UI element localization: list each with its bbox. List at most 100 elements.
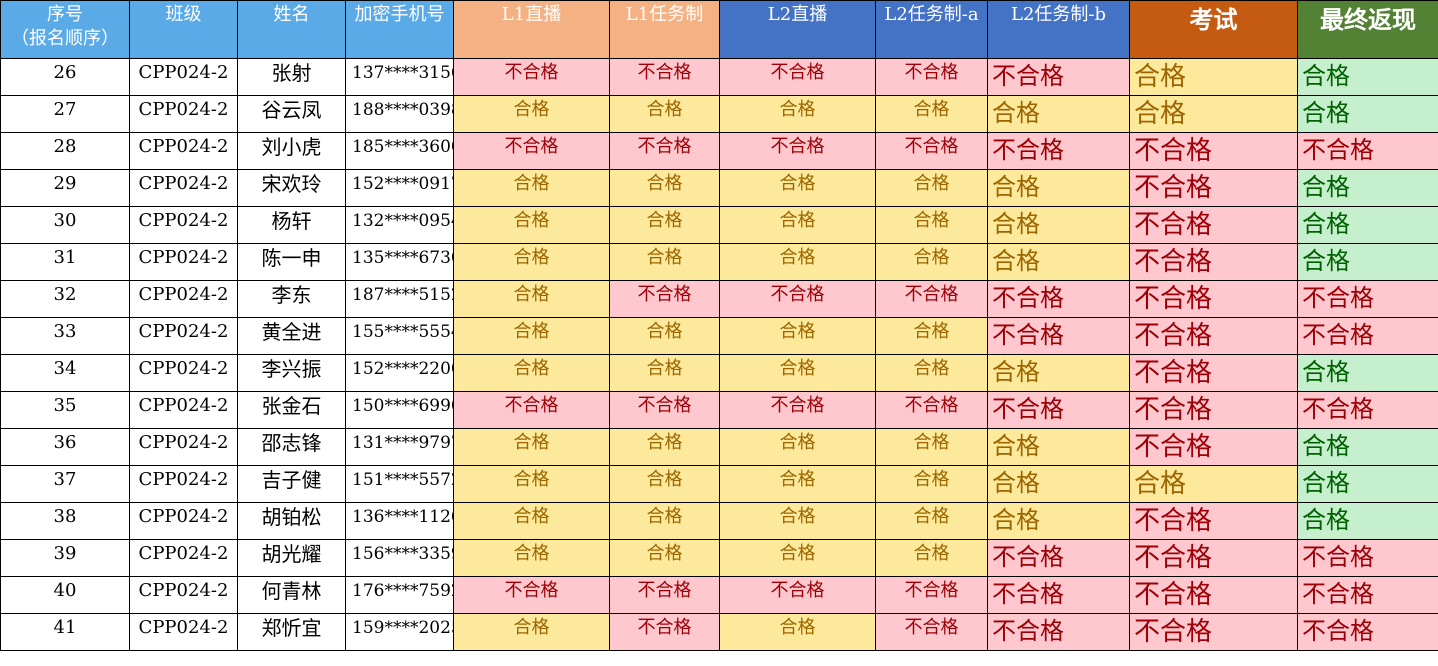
- cell-l2-task-a: 不合格: [875, 613, 988, 651]
- cell-phone: 156****3359: [345, 539, 454, 577]
- cell-l1-task: 合格: [609, 428, 720, 466]
- cell-name: 吉子健: [237, 465, 346, 503]
- cell-final: 合格: [1297, 465, 1438, 503]
- cell-l1-task: 合格: [609, 95, 720, 133]
- cell-exam: 不合格: [1129, 243, 1298, 281]
- cell-seq: 29: [0, 169, 130, 207]
- cell-phone: 136****1126: [345, 502, 454, 540]
- cell-phone: 176****7592: [345, 576, 454, 614]
- cell-phone: 150****6990: [345, 391, 454, 429]
- header-phone: 加密手机号: [345, 0, 454, 59]
- cell-l2-task-a: 不合格: [875, 58, 988, 96]
- cell-name: 邵志锋: [237, 428, 346, 466]
- cell-class: CPP024-2: [129, 613, 238, 651]
- cell-l2-task-b: 不合格: [987, 576, 1130, 614]
- cell-class: CPP024-2: [129, 132, 238, 170]
- cell-l2-task-a: 合格: [875, 539, 988, 577]
- cell-name: 杨轩: [237, 206, 346, 244]
- cell-l2-live: 合格: [719, 428, 876, 466]
- cell-l2-live: 合格: [719, 354, 876, 392]
- cell-phone: 132****0954: [345, 206, 454, 244]
- cell-l2-task-b: 不合格: [987, 132, 1130, 170]
- cell-seq: 39: [0, 539, 130, 577]
- cell-name: 谷云凤: [237, 95, 346, 133]
- cell-seq: 30: [0, 206, 130, 244]
- cell-l1-task: 不合格: [609, 576, 720, 614]
- cell-phone: 131****9797: [345, 428, 454, 466]
- cell-class: CPP024-2: [129, 354, 238, 392]
- table-row: 28 CPP024-2 刘小虎 185****3600 不合格 不合格 不合格 不合格 不合格不…: [0, 132, 1438, 170]
- cell-l2-task-a: 合格: [875, 169, 988, 207]
- table-header: 序号 （报名顺序） 班级 姓名 加密手机号 L1直播 L1任务制 L2直播 L2…: [0, 0, 1438, 59]
- cell-final: 不合格: [1297, 280, 1438, 318]
- cell-seq: 40: [0, 576, 130, 614]
- cell-l2-task-b: 不合格: [987, 391, 1130, 429]
- cell-exam: 不合格: [1129, 206, 1298, 244]
- cell-l1-task: 不合格: [609, 132, 720, 170]
- cell-final: 不合格: [1297, 539, 1438, 577]
- cell-l2-live: 合格: [719, 613, 876, 651]
- cell-l1-live: 合格: [453, 243, 610, 281]
- table-row: 32 CPP024-2 李东 187****5152 合格 不合格 不合格 不合格 不合格 不合格…: [0, 280, 1438, 318]
- cell-final: 合格: [1297, 428, 1438, 466]
- cell-exam: 不合格: [1129, 576, 1298, 614]
- cell-exam: 不合格: [1129, 613, 1298, 651]
- cell-l2-live: 不合格: [719, 58, 876, 96]
- cell-l2-task-b: 不合格: [987, 317, 1130, 355]
- cell-l2-task-b: 合格: [987, 428, 1130, 466]
- cell-class: CPP024-2: [129, 428, 238, 466]
- cell-l1-task: 合格: [609, 539, 720, 577]
- cell-l2-task-a: 合格: [875, 354, 988, 392]
- cell-class: CPP024-2: [129, 243, 238, 281]
- cell-l1-live: 不合格: [453, 576, 610, 614]
- cell-name: 何青林: [237, 576, 346, 614]
- cell-l2-task-b: 不合格: [987, 613, 1130, 651]
- cell-final: 合格: [1297, 95, 1438, 133]
- header-final: 最终返现: [1297, 0, 1438, 59]
- cell-exam: 合格: [1129, 58, 1298, 96]
- cell-l2-task-b: 合格: [987, 243, 1130, 281]
- cell-l2-task-a: 不合格: [875, 576, 988, 614]
- cell-l2-live: 合格: [719, 539, 876, 577]
- table-row: 39 CPP024-2 胡光耀 156****3359 合格 合格 合格 合格 不合格 不合格 不合…: [0, 539, 1438, 577]
- cell-phone: 155****5554: [345, 317, 454, 355]
- cell-l1-live: 合格: [453, 539, 610, 577]
- cell-seq: 38: [0, 502, 130, 540]
- cell-class: CPP024-2: [129, 502, 238, 540]
- cell-l2-live: 合格: [719, 243, 876, 281]
- cell-exam: 不合格: [1129, 539, 1298, 577]
- table-body: 26 CPP024-2 张射 137****3156 不合格 不合格 不合格 不合格 不合格 合格…: [0, 58, 1438, 651]
- cell-l1-task: 合格: [609, 465, 720, 503]
- cell-l2-live: 不合格: [719, 391, 876, 429]
- cell-l2-task-a: 合格: [875, 243, 988, 281]
- table-row: 26 CPP024-2 张射 137****3156 不合格 不合格 不合格 不合格 不合格 合格…: [0, 58, 1438, 96]
- cell-l1-live: 合格: [453, 317, 610, 355]
- cell-l1-live: 合格: [453, 613, 610, 651]
- cell-l1-task: 不合格: [609, 613, 720, 651]
- table-row: 29 CPP024-2 宋欢玲 152****0917 合格 合格 合格 合格 合格 不合格 合格: [0, 169, 1438, 207]
- cell-class: CPP024-2: [129, 576, 238, 614]
- cell-l2-task-a: 合格: [875, 95, 988, 133]
- cell-name: 宋欢玲: [237, 169, 346, 207]
- cell-exam: 不合格: [1129, 354, 1298, 392]
- cell-l2-live: 合格: [719, 317, 876, 355]
- cell-class: CPP024-2: [129, 169, 238, 207]
- table-row: 37 CPP024-2 吉子健 151****5572 合格 合格 合格 合格 合格 合格 合格: [0, 465, 1438, 503]
- cell-exam: 不合格: [1129, 132, 1298, 170]
- cell-phone: 137****3156: [345, 58, 454, 96]
- cell-l1-live: 不合格: [453, 132, 610, 170]
- cell-l1-task: 合格: [609, 317, 720, 355]
- cell-l1-task: 不合格: [609, 280, 720, 318]
- score-table: 序号 （报名顺序） 班级 姓名 加密手机号 L1直播 L1任务制 L2直播 L2…: [0, 0, 1438, 651]
- cell-seq: 37: [0, 465, 130, 503]
- cell-l1-task: 不合格: [609, 58, 720, 96]
- cell-phone: 135****6730: [345, 243, 454, 281]
- cell-l1-live: 不合格: [453, 391, 610, 429]
- cell-name: 李东: [237, 280, 346, 318]
- cell-seq: 33: [0, 317, 130, 355]
- cell-phone: 187****5152: [345, 280, 454, 318]
- cell-l1-live: 合格: [453, 95, 610, 133]
- cell-class: CPP024-2: [129, 539, 238, 577]
- header-l1-live: L1直播: [453, 0, 610, 59]
- table-row: 31 CPP024-2 陈一申 135****6730 合格 合格 合格 合格 合格 不合格 合格: [0, 243, 1438, 281]
